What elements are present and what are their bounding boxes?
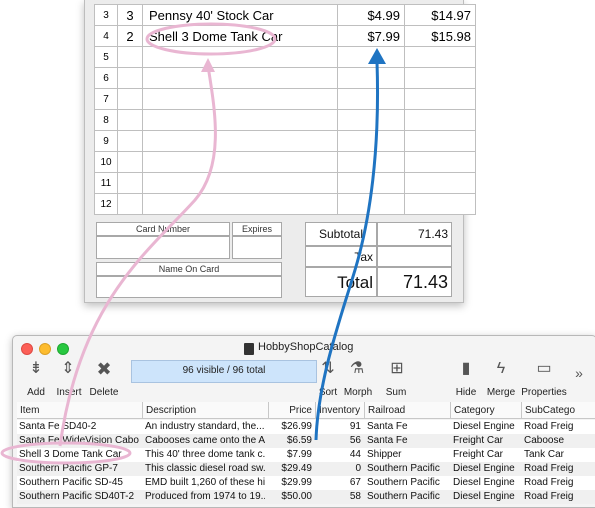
blue-arrowhead: [368, 48, 386, 64]
pink-arrowhead: [201, 58, 215, 72]
pink-highlight-catalog: [0, 441, 132, 465]
pink-highlight-invoice: [145, 22, 277, 56]
blue-drag-path: [314, 61, 380, 441]
annotation-overlay: [0, 22, 386, 465]
pink-drag-path: [58, 65, 217, 447]
